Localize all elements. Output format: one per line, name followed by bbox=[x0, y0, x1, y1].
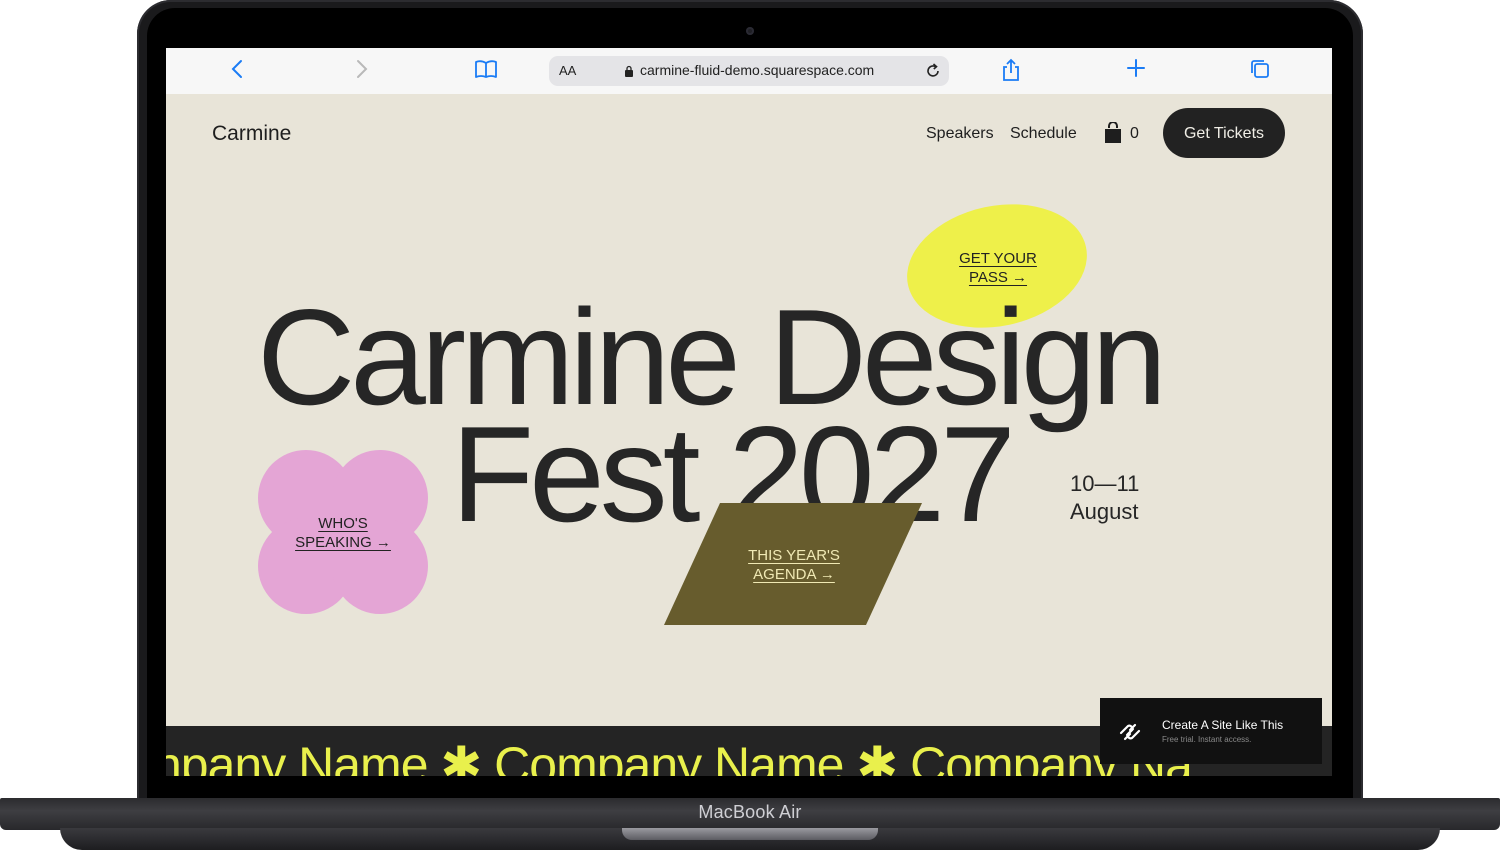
plus-icon[interactable] bbox=[1123, 58, 1149, 84]
share-icon[interactable] bbox=[998, 58, 1024, 84]
laptop-notch bbox=[622, 828, 878, 840]
link-line: AGENDA → bbox=[753, 566, 835, 583]
screen: AA carmine-fluid-demo.squarespace.com Ca… bbox=[166, 48, 1332, 776]
lock-icon bbox=[625, 65, 633, 77]
book-icon[interactable] bbox=[473, 58, 499, 84]
tabs-icon[interactable] bbox=[1247, 58, 1273, 84]
shopping-bag-icon bbox=[1105, 122, 1121, 143]
squarespace-promo[interactable]: Create A Site Like This Free trial. Inst… bbox=[1100, 698, 1322, 764]
get-tickets-button[interactable]: Get Tickets bbox=[1163, 108, 1285, 158]
nav-speakers[interactable]: Speakers bbox=[926, 125, 994, 143]
url-text: carmine-fluid-demo.squarespace.com bbox=[640, 62, 875, 78]
get-your-pass-link[interactable]: GET YOUR PASS → bbox=[948, 249, 1048, 287]
model-label: MacBook Air bbox=[698, 802, 802, 822]
event-date-days: 10—11 bbox=[1070, 471, 1140, 496]
chevron-right-icon[interactable] bbox=[349, 58, 375, 84]
whos-speaking-link[interactable]: WHO'S SPEAKING → bbox=[274, 514, 412, 552]
browser-toolbar: AA carmine-fluid-demo.squarespace.com bbox=[166, 48, 1332, 95]
nav-schedule[interactable]: Schedule bbox=[1010, 125, 1077, 143]
promo-subtitle: Free trial. Instant access. bbox=[1162, 735, 1252, 744]
link-line: THIS YEAR'S bbox=[748, 547, 840, 564]
link-line: WHO'S bbox=[318, 515, 368, 532]
site-logo[interactable]: Carmine bbox=[212, 122, 291, 146]
reader-text-size-button[interactable]: AA bbox=[559, 63, 576, 78]
website: Carmine Speakers Schedule 0 Get Tickets … bbox=[166, 94, 1332, 776]
squarespace-logo-icon bbox=[1119, 723, 1141, 741]
link-line: PASS → bbox=[968, 269, 1028, 286]
camera-icon bbox=[746, 27, 754, 35]
event-date: 10—11 August bbox=[1070, 470, 1139, 526]
event-date-month: August bbox=[1070, 499, 1139, 524]
ticker-text: npany Name ✱ Company Name ✱ Company Na bbox=[166, 737, 1193, 776]
address-bar[interactable]: AA carmine-fluid-demo.squarespace.com bbox=[549, 56, 949, 86]
cart-button[interactable]: 0 bbox=[1103, 122, 1149, 146]
link-line: GET YOUR bbox=[959, 250, 1037, 267]
promo-title: Create A Site Like This bbox=[1162, 718, 1284, 732]
agenda-link[interactable]: THIS YEAR'S AGENDA → bbox=[730, 546, 858, 584]
chevron-left-icon[interactable] bbox=[224, 58, 250, 84]
link-line: SPEAKING → bbox=[295, 534, 391, 551]
cart-count: 0 bbox=[1130, 125, 1139, 142]
reload-icon[interactable] bbox=[924, 62, 942, 80]
